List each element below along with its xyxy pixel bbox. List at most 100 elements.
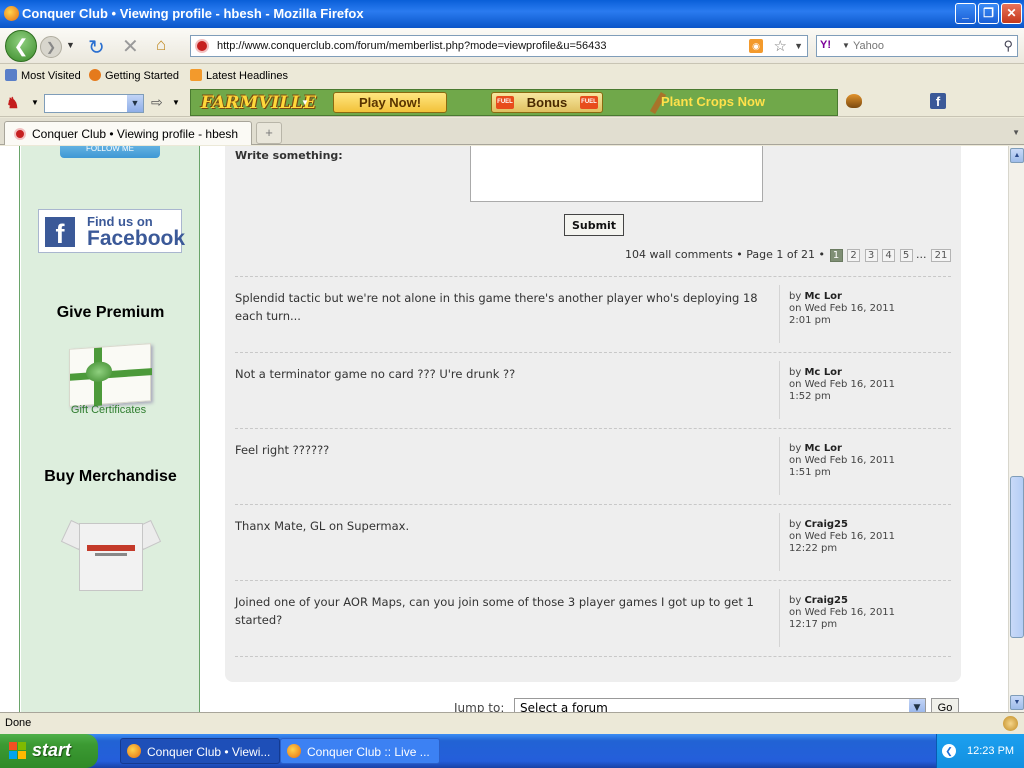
farmville-logo[interactable]: FARMVILLE <box>201 93 316 113</box>
rss-icon[interactable]: ◉ <box>749 39 763 53</box>
comment-meta: by Craig25 on Wed Feb 16, 2011 12:22 pm <box>779 513 951 571</box>
forward-button[interactable]: ❯ <box>40 36 62 58</box>
wall-comment: Not a terminator game no card ??? U're d… <box>235 352 951 428</box>
facebook-icon[interactable]: f <box>930 93 946 109</box>
zynga-dropdown-icon[interactable]: ▼ <box>31 98 39 107</box>
toolbar-search-select[interactable]: ▼ <box>44 94 144 113</box>
rss-icon <box>190 69 202 81</box>
comment-date: on Wed Feb 16, 2011 <box>789 455 896 466</box>
comment-by: by <box>789 291 802 302</box>
comment-meta: by Mc Lor on Wed Feb 16, 2011 1:51 pm <box>779 437 951 495</box>
main-content: Write something: Submit 104 wall comment… <box>200 146 1008 712</box>
page-link[interactable]: 2 <box>847 249 860 262</box>
show-hidden-icons-icon[interactable]: ❮ <box>942 744 956 758</box>
comment-author-link[interactable]: Mc Lor <box>804 367 842 378</box>
page-link-current[interactable]: 1 <box>829 249 843 262</box>
comment-author-link[interactable]: Craig25 <box>804 519 848 530</box>
start-label: start <box>32 740 72 760</box>
comment-author-link[interactable]: Craig25 <box>804 595 848 606</box>
scrollbar-thumb[interactable] <box>1010 476 1024 638</box>
facebook-name-text: Facebook <box>87 227 186 250</box>
addon-status-icon[interactable] <box>1003 716 1018 731</box>
fuel-icon: FUEL <box>496 96 514 109</box>
facebook-banner[interactable]: f Find us on Facebook <box>38 209 186 253</box>
reload-icon[interactable]: ↻ <box>88 35 105 60</box>
clock[interactable]: 12:23 PM <box>967 745 1014 757</box>
start-button[interactable]: start <box>0 734 98 768</box>
facebook-icon: f <box>45 217 75 249</box>
page-left-margin <box>0 146 20 712</box>
url-dropdown-icon[interactable]: ▼ <box>794 41 803 51</box>
windows-logo-quadrant <box>18 751 26 759</box>
follow-me-button[interactable]: FOLLOW ME <box>60 146 160 158</box>
windows-taskbar: start Conquer Club • Viewi... Conquer Cl… <box>0 734 1024 768</box>
tshirt-body <box>79 523 143 591</box>
vertical-scrollbar[interactable]: ▲ ▼ <box>1008 146 1024 712</box>
search-icon[interactable]: ⚲ <box>1003 38 1013 54</box>
page-link-last[interactable]: 21 <box>931 249 951 262</box>
page-link[interactable]: 4 <box>882 249 895 262</box>
comment-author-link[interactable]: Mc Lor <box>804 443 842 454</box>
new-tab-button[interactable]: + <box>256 122 282 144</box>
comment-author-link[interactable]: Mc Lor <box>804 291 842 302</box>
site-favicon-icon <box>14 128 26 140</box>
chevron-down-icon[interactable]: ▼ <box>127 95 143 112</box>
windows-logo-quadrant <box>18 742 26 750</box>
url-text[interactable]: http://www.conquerclub.com/forum/memberl… <box>217 40 606 52</box>
wall-panel: Write something: Submit 104 wall comment… <box>225 146 961 682</box>
comment-by: by <box>789 595 802 606</box>
plant-crops-button[interactable]: Plant Crops Now <box>661 94 765 109</box>
search-bar[interactable]: Y! ▼ ⚲ <box>816 35 1018 57</box>
jump-selected-value: Select a forum <box>520 701 608 712</box>
url-bar[interactable]: http://www.conquerclub.com/forum/memberl… <box>190 35 808 57</box>
tab-conquer-club-profile[interactable]: Conquer Club • Viewing profile - hbesh <box>4 121 252 145</box>
jump-to-forum-select[interactable]: Select a forum ▼ <box>514 698 926 712</box>
minimize-button[interactable]: _ <box>955 3 976 24</box>
page-viewport: FOLLOW ME f Find us on Facebook Give Pre… <box>0 146 1008 712</box>
taskbar-item-label: Conquer Club • Viewi... <box>147 745 271 759</box>
burger-icon[interactable] <box>846 94 862 108</box>
history-dropdown-icon[interactable]: ▼ <box>66 40 75 50</box>
go-arrow-icon[interactable]: ⇨ <box>151 94 163 111</box>
bookmark-most-visited[interactable]: Most Visited <box>5 69 81 82</box>
home-icon[interactable]: ⌂ <box>156 35 166 55</box>
farmville-dropdown-icon[interactable]: ▼ <box>301 98 309 107</box>
bookmark-label: Latest Headlines <box>206 70 288 82</box>
search-input[interactable] <box>853 38 993 54</box>
more-dropdown-icon[interactable]: ▼ <box>172 98 180 107</box>
bookmark-star-icon[interactable]: ☆ <box>774 37 787 55</box>
scroll-down-icon[interactable]: ▼ <box>1010 695 1024 710</box>
zynga-icon[interactable]: ♞ <box>6 94 22 112</box>
title-bar: Conquer Club • Viewing profile - hbesh -… <box>0 0 1024 28</box>
page-link[interactable]: 3 <box>864 249 878 262</box>
farmville-banner: FARMVILLE ▼ Play Now! FUEL Bonus FUEL Pl… <box>190 89 838 116</box>
comment-text: Joined one of your AOR Maps, can you joi… <box>235 595 754 627</box>
bonus-button[interactable]: FUEL Bonus FUEL <box>491 92 603 113</box>
search-engine-dropdown-icon[interactable]: ▼ <box>842 41 850 50</box>
submit-button[interactable]: Submit <box>564 214 624 236</box>
comment-date: on Wed Feb 16, 2011 <box>789 303 896 314</box>
go-button[interactable]: Go <box>931 698 959 712</box>
tshirt-image[interactable] <box>60 515 162 591</box>
tab-list-dropdown-icon[interactable]: ▼ <box>1012 128 1020 137</box>
wall-comment: Thanx Mate, GL on Supermax. by Craig25 o… <box>235 504 951 580</box>
yahoo-logo-icon[interactable]: Y! <box>820 39 831 51</box>
scroll-up-icon[interactable]: ▲ <box>1010 148 1024 163</box>
bookmark-latest-headlines[interactable]: Latest Headlines <box>190 69 288 82</box>
play-now-button[interactable]: Play Now! <box>333 92 447 113</box>
chevron-down-icon[interactable]: ▼ <box>909 699 925 712</box>
stop-icon[interactable]: ✕ <box>122 34 139 59</box>
close-button[interactable]: ✕ <box>1001 3 1022 24</box>
back-button[interactable]: ❮ <box>5 30 37 62</box>
wall-message-input[interactable] <box>470 146 763 202</box>
buy-merchandise-heading: Buy Merchandise <box>44 468 177 485</box>
taskbar-item-profile[interactable]: Conquer Club • Viewi... <box>120 738 280 764</box>
maximize-button[interactable]: ❐ <box>978 3 999 24</box>
write-something-label: Write something: <box>235 149 343 162</box>
page-link[interactable]: 5 <box>899 249 913 262</box>
gift-certificates-link[interactable]: Gift Certificates <box>21 404 196 416</box>
firefox-icon <box>287 744 301 758</box>
gift-certificate-image[interactable] <box>69 343 152 407</box>
taskbar-item-live[interactable]: Conquer Club :: Live ... <box>280 738 440 764</box>
bookmark-getting-started[interactable]: Getting Started <box>89 69 179 82</box>
